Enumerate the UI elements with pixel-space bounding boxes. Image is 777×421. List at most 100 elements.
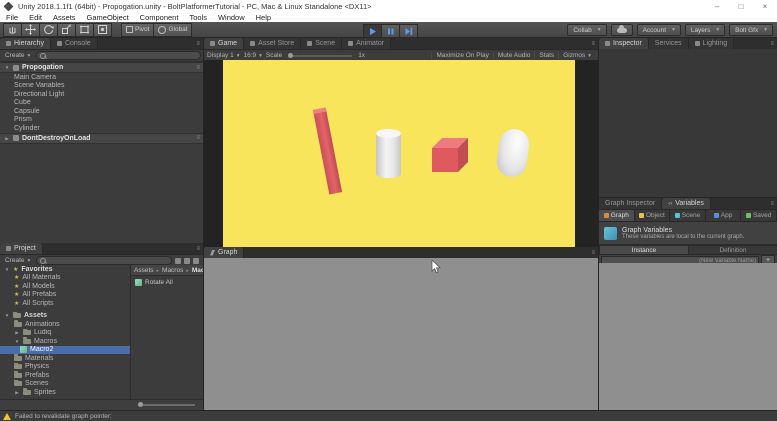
scale-tool-button[interactable] — [57, 23, 76, 37]
maximize-on-play-button[interactable]: Maximize On Play — [431, 52, 492, 59]
tab-variables[interactable]: Variables — [662, 198, 711, 209]
play-button[interactable] — [363, 24, 382, 38]
favorite-all-models[interactable]: All Models — [0, 282, 130, 291]
foldout-arrow-icon[interactable] — [4, 266, 10, 273]
menu-window[interactable]: Window — [218, 13, 245, 22]
foldout-arrow-icon[interactable] — [4, 135, 10, 142]
status-bar[interactable]: Failed to revalidate graph pointer: — [0, 410, 777, 421]
folder-scenes[interactable]: Scenes — [0, 380, 130, 389]
favorite-all-prefabs[interactable]: All Prefabs — [0, 291, 130, 300]
scene-row-dontdestroyonload[interactable]: DontDestroyOnLoad — [0, 133, 203, 144]
hierarchy-item-main-camera[interactable]: Main Camera — [0, 73, 203, 82]
scale-slider[interactable] — [288, 55, 352, 57]
folder-ludiq[interactable]: Ludiq — [0, 329, 130, 338]
assets-root[interactable]: Assets — [0, 312, 130, 321]
tab-console[interactable]: Console — [51, 38, 98, 49]
hierarchy-create-button[interactable]: Create — [2, 51, 33, 60]
tab-services[interactable]: Services — [649, 38, 689, 49]
layout-button[interactable]: Bolt Gfx — [729, 24, 773, 36]
menu-tools[interactable]: Tools — [189, 13, 207, 22]
hierarchy-item-cube[interactable]: Cube — [0, 99, 203, 108]
folder-materials[interactable]: Materials — [0, 354, 130, 363]
graph-canvas[interactable] — [204, 258, 598, 410]
menu-component[interactable]: Component — [140, 13, 179, 22]
hierarchy-search-input[interactable] — [48, 53, 197, 59]
project-create-button[interactable]: Create — [2, 256, 33, 265]
foldout-arrow-icon[interactable] — [14, 389, 20, 396]
transform-tool-button[interactable] — [93, 23, 112, 37]
scene-row-propogation[interactable]: Propogation — [0, 62, 203, 73]
asset-rotate-all[interactable]: Rotate All — [131, 276, 203, 289]
kind-tab-scene[interactable]: Scene — [670, 210, 706, 221]
foldout-arrow-icon[interactable] — [14, 338, 20, 345]
pause-button[interactable] — [381, 24, 400, 38]
tab-scene[interactable]: Scene — [301, 38, 342, 49]
menu-gameobject[interactable]: GameObject — [87, 13, 129, 22]
tab-animator[interactable]: Animator — [342, 38, 391, 49]
favorite-all-scripts[interactable]: All Scripts — [0, 299, 130, 308]
menu-file[interactable]: File — [6, 13, 18, 22]
hierarchy-item-cylinder[interactable]: Cylinder — [0, 124, 203, 133]
folder-sprites[interactable]: Sprites — [0, 388, 130, 397]
panel-menu-icon[interactable] — [770, 201, 777, 207]
project-search-input[interactable] — [48, 258, 168, 264]
tab-lighting[interactable]: Lighting — [689, 38, 735, 49]
hierarchy-item-capsule[interactable]: Capsule — [0, 107, 203, 116]
mode-tab-definition[interactable]: Definition — [688, 245, 777, 255]
breadcrumb-macros[interactable]: Macros — [154, 267, 184, 274]
menu-help[interactable]: Help — [256, 13, 271, 22]
aspect-ratio-dropdown[interactable]: 16:9 — [244, 52, 262, 59]
hierarchy-item-directional-light[interactable]: Directional Light — [0, 90, 203, 99]
rotate-tool-button[interactable] — [39, 23, 58, 37]
folder-prefabs[interactable]: Prefabs — [0, 371, 130, 380]
search-by-type-icon[interactable] — [175, 258, 181, 264]
hierarchy-search-field[interactable] — [36, 51, 201, 60]
folder-physics[interactable]: Physics — [0, 363, 130, 372]
rect-tool-button[interactable] — [75, 23, 94, 37]
mute-audio-button[interactable]: Mute Audio — [493, 52, 535, 59]
display-dropdown[interactable]: Display 1 — [207, 52, 240, 59]
tab-project[interactable]: Project — [0, 243, 43, 254]
foldout-arrow-icon[interactable] — [14, 329, 20, 336]
account-button[interactable]: Account — [637, 24, 681, 36]
project-search-field[interactable] — [36, 256, 172, 265]
folder-animations[interactable]: Animations — [0, 320, 130, 329]
collab-button[interactable]: Collab — [567, 24, 606, 36]
layers-button[interactable]: Layers — [685, 24, 725, 36]
kind-tab-graph[interactable]: Graph — [599, 210, 635, 221]
tab-asset-store[interactable]: Asset Store — [244, 38, 301, 49]
foldout-arrow-icon[interactable] — [4, 64, 10, 71]
favorites-root[interactable]: Favorites — [0, 265, 130, 274]
hand-tool-button[interactable] — [3, 23, 22, 37]
tab-graph-inspector[interactable]: Graph Inspector — [599, 198, 662, 209]
game-viewport[interactable] — [204, 60, 598, 247]
tab-inspector[interactable]: Inspector — [599, 38, 649, 49]
tab-hierarchy[interactable]: Hierarchy — [0, 38, 51, 49]
tab-graph[interactable]: Graph — [204, 247, 244, 258]
search-by-label-icon[interactable] — [184, 258, 190, 264]
move-tool-button[interactable] — [21, 23, 40, 37]
favorite-all-materials[interactable]: All Materials — [0, 274, 130, 283]
favorite-search-icon[interactable] — [193, 258, 199, 264]
hierarchy-item-scene-variables[interactable]: Scene Variables — [0, 82, 203, 91]
kind-tab-app[interactable]: App — [706, 210, 742, 221]
mode-tab-instance[interactable]: Instance — [599, 245, 689, 255]
panel-menu-icon[interactable] — [770, 41, 777, 47]
menu-edit[interactable]: Edit — [29, 13, 42, 22]
asset-macro2-selected[interactable]: Macro2 — [0, 346, 130, 355]
kind-tab-saved[interactable]: Saved — [741, 210, 777, 221]
stats-button[interactable]: Stats — [534, 52, 558, 59]
minimize-button[interactable]: – — [705, 0, 729, 13]
gizmos-dropdown[interactable]: Gizmos — [558, 52, 595, 59]
maximize-button[interactable]: □ — [729, 0, 753, 13]
hierarchy-item-prism[interactable]: Prism — [0, 116, 203, 125]
close-button[interactable]: × — [753, 0, 777, 13]
cloud-services-button[interactable] — [611, 24, 633, 36]
step-button[interactable] — [399, 24, 418, 38]
menu-assets[interactable]: Assets — [53, 13, 76, 22]
tab-game[interactable]: Game — [204, 38, 244, 49]
icon-size-slider[interactable] — [140, 404, 195, 406]
kind-tab-object[interactable]: Object — [635, 210, 671, 221]
folder-macros[interactable]: Macros — [0, 337, 130, 346]
foldout-arrow-icon[interactable] — [4, 312, 10, 319]
